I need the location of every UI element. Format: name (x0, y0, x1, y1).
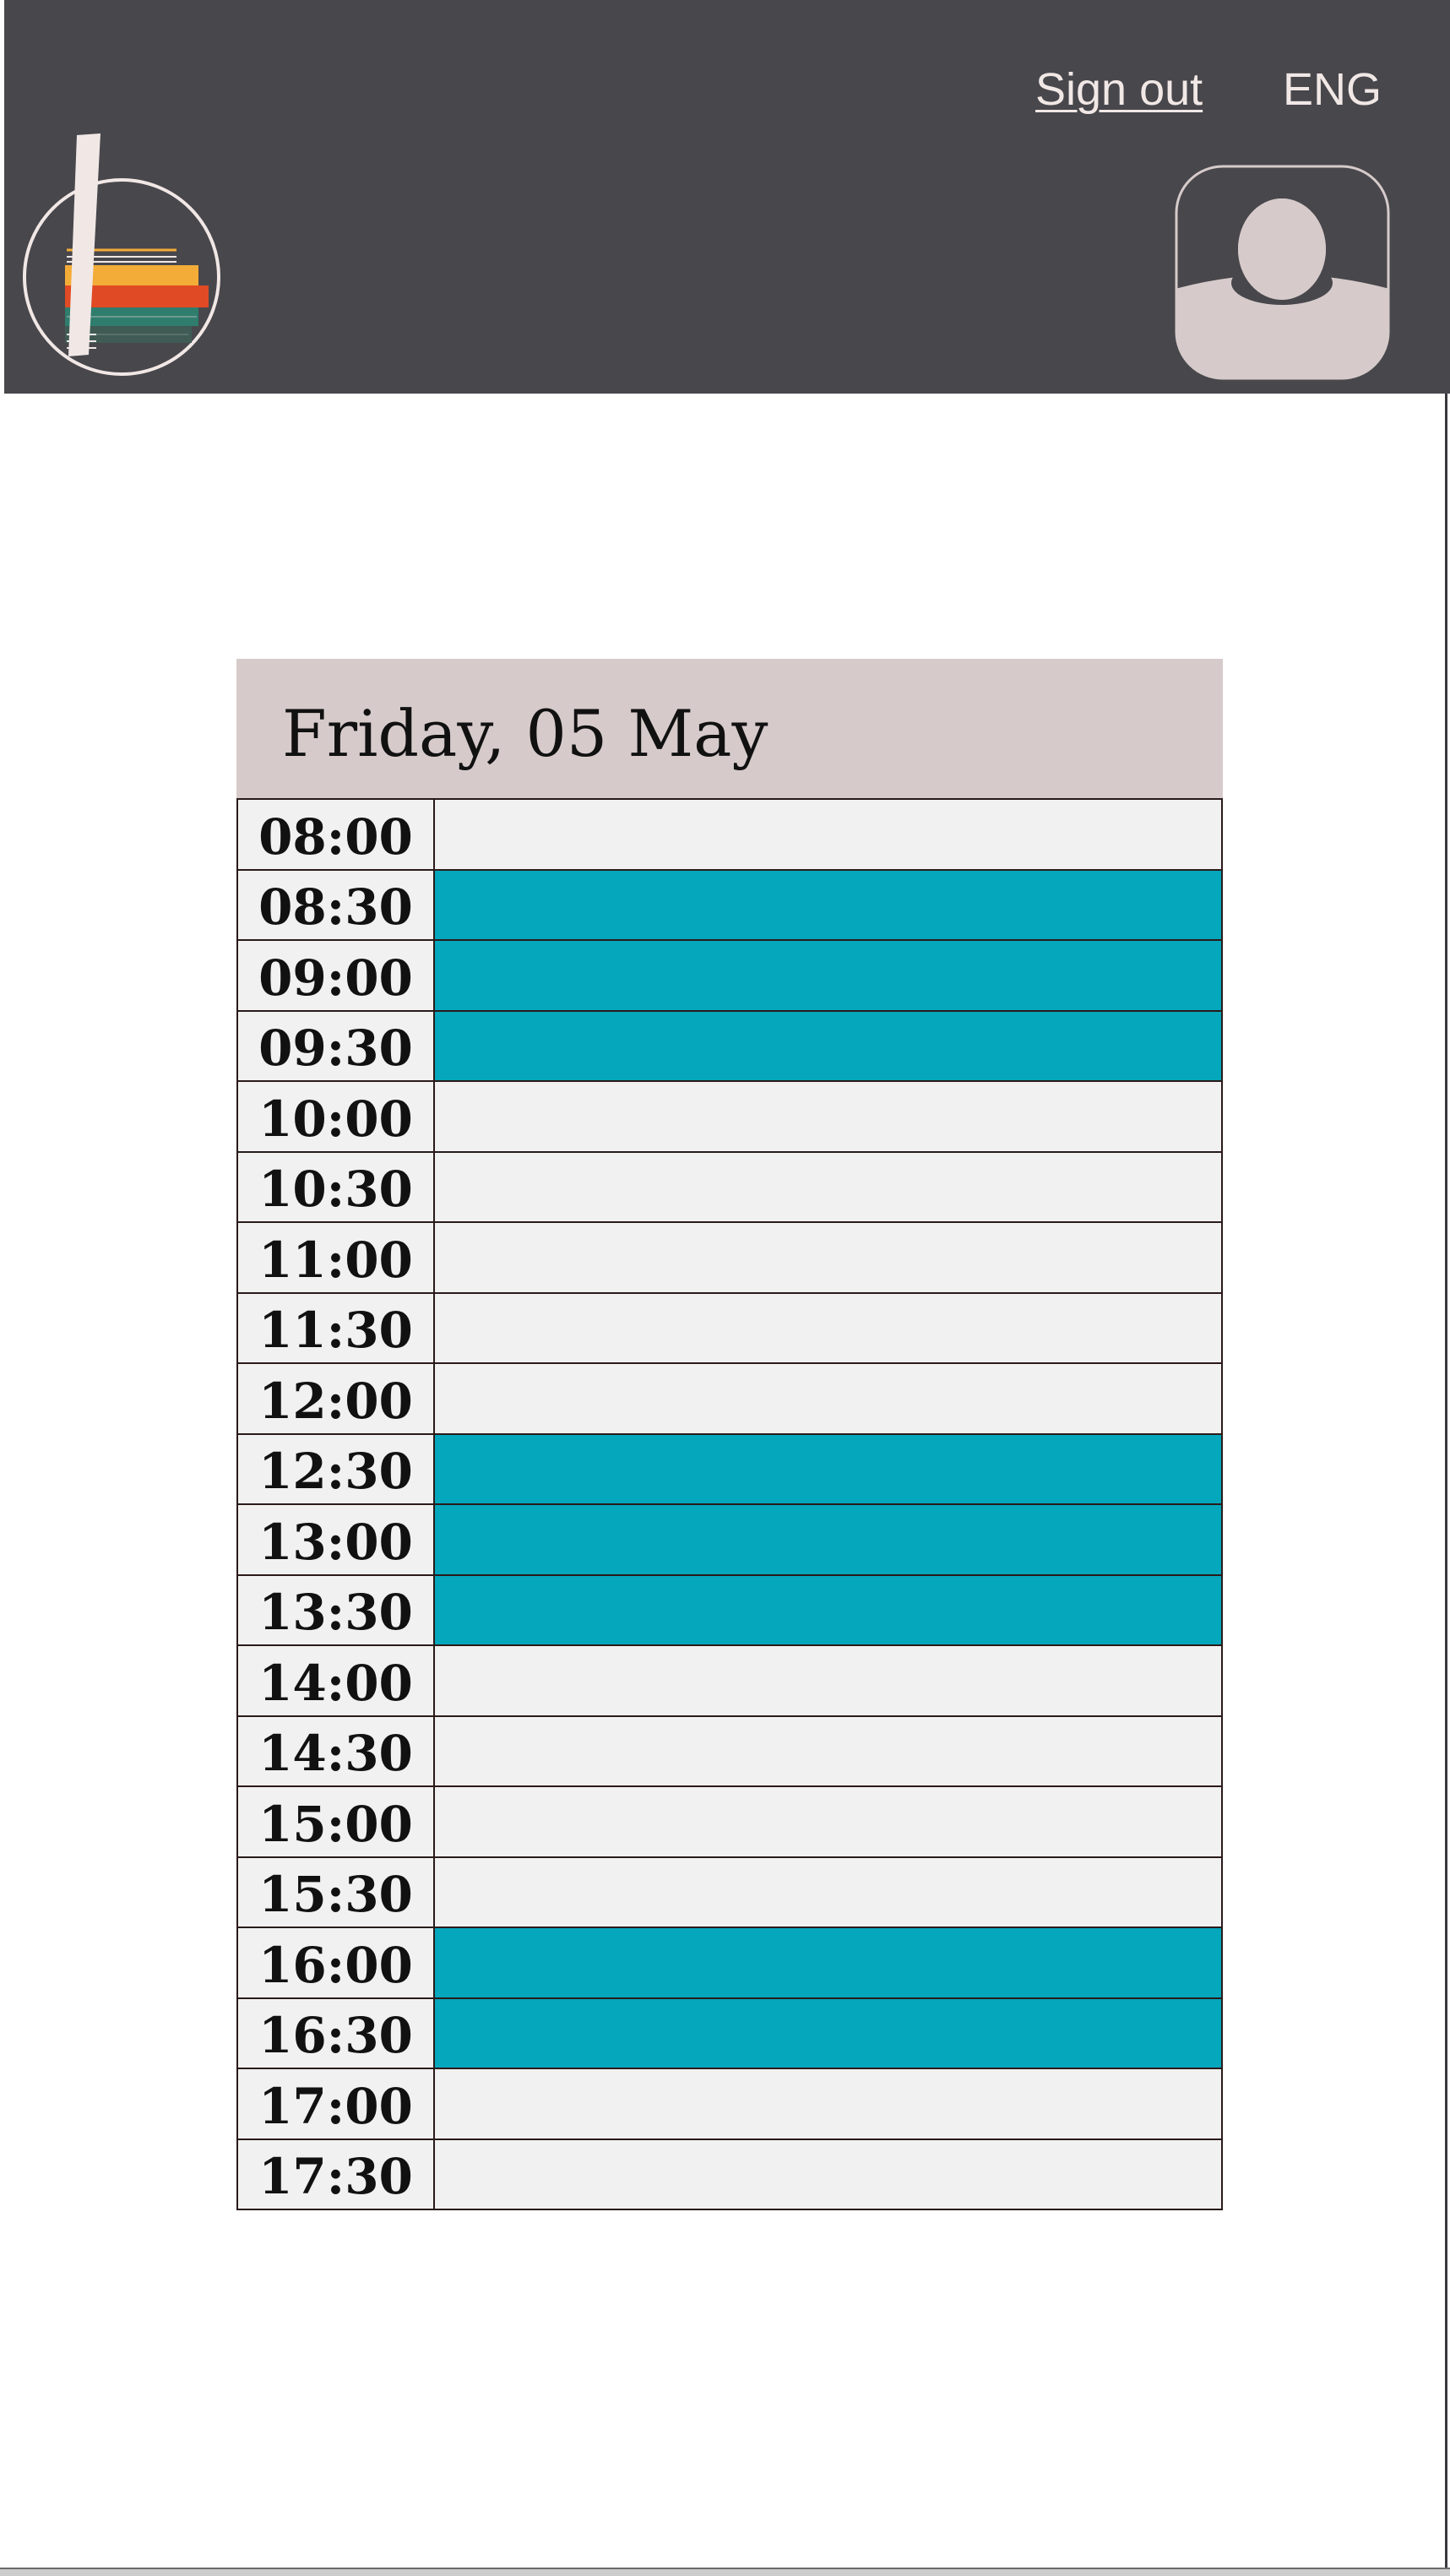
free-slot-cell[interactable] (435, 1787, 1221, 1856)
time-slot-row: 10:00 (238, 1082, 1221, 1153)
free-slot-cell[interactable] (435, 1082, 1221, 1151)
day-schedule: Friday, 05 May 08:00 08:30 09:00 09:30 10:00… (236, 659, 1223, 2210)
time-slot-row: 12:00 (238, 1364, 1221, 1435)
time-slot-label: 12:00 (238, 1364, 435, 1433)
time-slot-label: 11:30 (238, 1293, 435, 1362)
time-slot-row: 16:30 (238, 1998, 1221, 2069)
booked-slot-cell[interactable] (435, 1575, 1221, 1644)
free-slot-cell[interactable] (435, 1293, 1221, 1362)
booked-slot-cell[interactable] (435, 1505, 1221, 1574)
booked-slot-cell[interactable] (435, 941, 1221, 1010)
free-slot-cell[interactable] (435, 2139, 1221, 2209)
time-slot-label: 10:00 (238, 1082, 435, 1151)
sign-out-link[interactable]: Sign out (1035, 62, 1203, 117)
time-slot-label: 17:00 (238, 2069, 435, 2139)
date-title: Friday, 05 May (282, 695, 768, 771)
time-slot-row: 15:30 (238, 1857, 1221, 1928)
time-slot-row: 17:00 (238, 2069, 1221, 2140)
time-slot-row: 11:30 (238, 1293, 1221, 1364)
time-slot-label: 09:30 (238, 1011, 435, 1080)
time-slot-row: 10:30 (238, 1152, 1221, 1223)
booked-slot-cell[interactable] (435, 1928, 1221, 1997)
time-slot-label: 15:30 (238, 1857, 435, 1927)
bookshelf-logo-icon[interactable] (16, 127, 227, 380)
time-slot-label: 17:30 (238, 2139, 435, 2209)
page: Sign out ENG Friday, 05 May 08:00 08:30 … (0, 0, 1450, 2576)
divider (1445, 394, 1447, 2571)
time-slot-label: 14:00 (238, 1646, 435, 1715)
time-slot-row: 11:00 (238, 1223, 1221, 1294)
time-slot-row: 09:30 (238, 1011, 1221, 1082)
time-slot-row: 14:30 (238, 1716, 1221, 1787)
free-slot-cell[interactable] (435, 1364, 1221, 1433)
time-slot-row: 14:00 (238, 1646, 1221, 1717)
time-slot-label: 11:00 (238, 1223, 435, 1292)
date-header: Friday, 05 May (236, 659, 1223, 798)
time-slot-row: 15:00 (238, 1787, 1221, 1858)
time-slot-label: 13:00 (238, 1505, 435, 1574)
time-slot-label: 08:00 (238, 800, 435, 869)
time-slot-row: 08:00 (238, 800, 1221, 871)
time-slot-row: 08:30 (238, 870, 1221, 941)
time-slot-label: 14:30 (238, 1716, 435, 1785)
booked-slot-cell[interactable] (435, 870, 1221, 939)
time-slot-label: 08:30 (238, 870, 435, 939)
free-slot-cell[interactable] (435, 800, 1221, 869)
free-slot-cell[interactable] (435, 1716, 1221, 1785)
time-slot-row: 13:30 (238, 1575, 1221, 1646)
time-slot-label: 13:30 (238, 1575, 435, 1644)
time-slot-list: 08:00 08:30 09:00 09:30 10:00 10:30 11:00 11:30… (236, 798, 1223, 2210)
time-slot-label: 16:00 (238, 1928, 435, 1997)
free-slot-cell[interactable] (435, 1152, 1221, 1221)
time-slot-row: 09:00 (238, 941, 1221, 1012)
time-slot-label: 12:30 (238, 1434, 435, 1503)
time-slot-label: 10:30 (238, 1152, 435, 1221)
free-slot-cell[interactable] (435, 1646, 1221, 1715)
user-avatar-icon[interactable] (1175, 165, 1390, 380)
booked-slot-cell[interactable] (435, 1434, 1221, 1503)
booked-slot-cell[interactable] (435, 1011, 1221, 1080)
time-slot-label: 09:00 (238, 941, 435, 1010)
booked-slot-cell[interactable] (435, 1998, 1221, 2068)
divider (0, 2568, 1450, 2576)
time-slot-row: 13:00 (238, 1505, 1221, 1576)
language-selector[interactable]: ENG (1283, 62, 1382, 117)
time-slot-row: 17:30 (238, 2139, 1221, 2210)
free-slot-cell[interactable] (435, 2069, 1221, 2139)
free-slot-cell[interactable] (435, 1857, 1221, 1927)
time-slot-row: 12:30 (238, 1434, 1221, 1505)
time-slot-row: 16:00 (238, 1928, 1221, 1999)
time-slot-label: 16:30 (238, 1998, 435, 2068)
top-header: Sign out ENG (4, 0, 1450, 394)
time-slot-label: 15:00 (238, 1787, 435, 1856)
free-slot-cell[interactable] (435, 1223, 1221, 1292)
